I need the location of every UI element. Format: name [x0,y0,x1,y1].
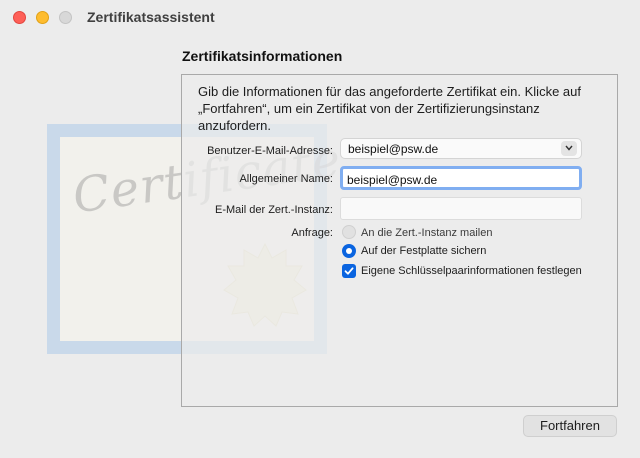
certificate-assistant-window: Zertifikatsassistent Certificate Zertifi… [0,0,640,458]
option-save-to-disk-label[interactable]: Auf der Festplatte sichern [361,245,486,257]
email-popup-value: beispiel@psw.de [348,142,439,156]
request-label: Anfrage: [291,227,333,239]
option-mail-to-ca-label: An die Zert.-Instanz mailen [361,227,493,239]
email-popup[interactable]: beispiel@psw.de [340,138,582,159]
title-bar: Zertifikatsassistent [0,0,640,34]
intro-text: Gib die Informationen für das angeforder… [198,84,581,133]
radio-save-to-disk[interactable] [342,244,356,258]
keypair-checkbox[interactable] [342,264,356,278]
continue-button[interactable]: Fortfahren [523,415,617,437]
checkmark-icon [344,267,354,275]
minimize-window-button[interactable] [36,11,49,24]
close-window-button[interactable] [13,11,26,24]
email-label: Benutzer-E-Mail-Adresse: [207,145,333,157]
common-name-label: Allgemeiner Name: [239,173,333,185]
keypair-checkbox-label[interactable]: Eigene Schlüsselpaarinformationen festle… [361,265,582,277]
radio-mail-to-ca [342,225,356,239]
ca-email-input[interactable] [340,197,582,220]
window-title: Zertifikatsassistent [87,9,215,25]
ca-email-label: E-Mail der Zert.-Instanz: [215,204,333,216]
chevron-down-icon [561,141,577,156]
section-title: Zertifikatsinformationen [182,48,343,64]
zoom-window-button [59,11,72,24]
common-name-input[interactable] [340,166,582,190]
